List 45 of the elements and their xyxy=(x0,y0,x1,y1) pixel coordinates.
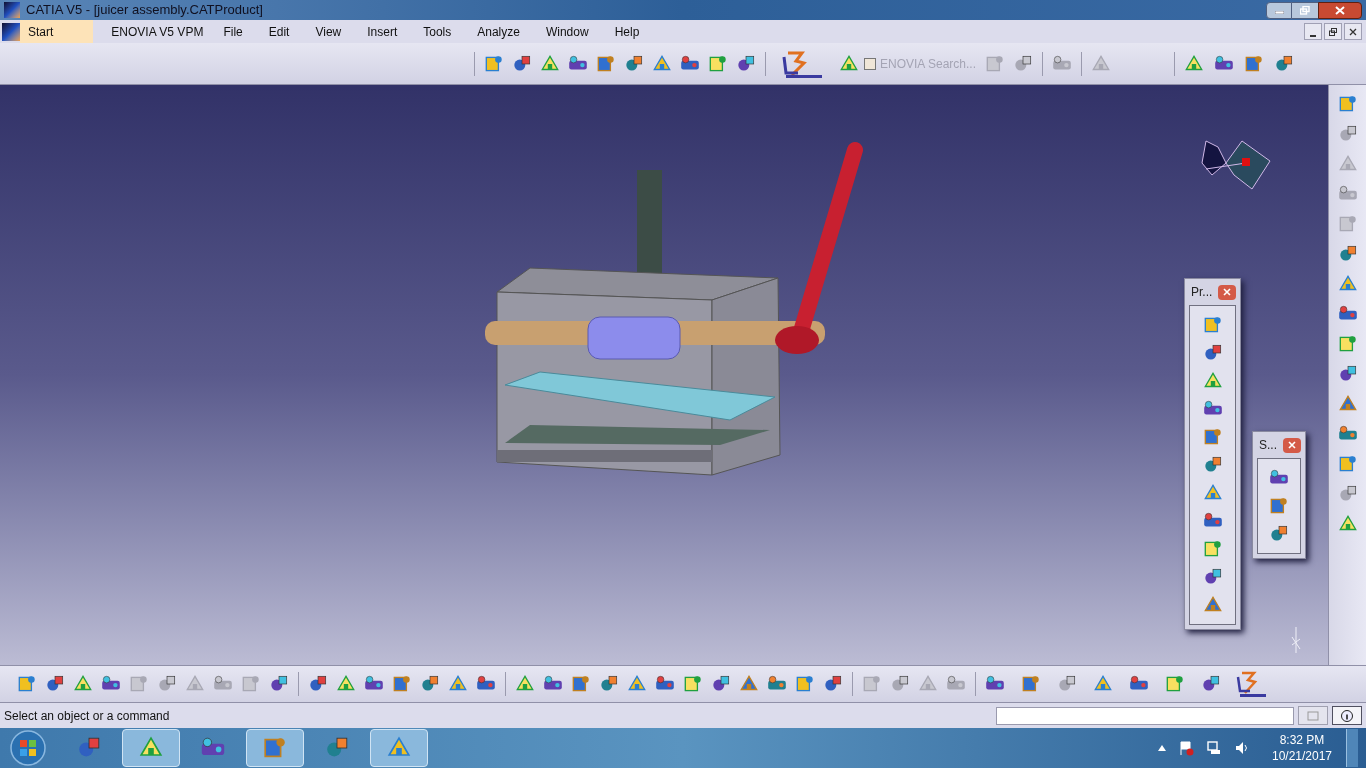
info-icon xyxy=(1340,708,1354,723)
menu-item[interactable]: Tools xyxy=(415,20,460,43)
restore-button[interactable] xyxy=(1324,23,1342,40)
restore-button[interactable] xyxy=(1292,1,1318,19)
close-icon xyxy=(1335,5,1345,15)
catia-app-icon xyxy=(2,22,20,41)
clock-time[interactable]: 8:32 PM xyxy=(1279,732,1325,748)
menu-item[interactable]: Edit xyxy=(260,20,298,43)
taskbar-button[interactable] xyxy=(370,729,428,767)
menu-item[interactable]: Start xyxy=(20,20,94,43)
menu-item[interactable]: Help xyxy=(606,20,648,43)
minimize-icon xyxy=(1310,34,1316,37)
close-icon xyxy=(1223,288,1232,296)
menu-item[interactable]: ENOVIA V5 VPM xyxy=(103,20,212,43)
volume-icon[interactable] xyxy=(1234,740,1250,756)
toolbar-title: S... xyxy=(1258,437,1278,454)
taskbar-button[interactable] xyxy=(246,729,304,767)
window-title: CATIA V5 - [juicer assembly.CATProduct] xyxy=(26,1,263,20)
command-input-field[interactable] xyxy=(996,706,1294,725)
catia-app-icon xyxy=(4,2,20,18)
menu-item[interactable]: Insert xyxy=(359,20,406,43)
menu-item[interactable]: File xyxy=(215,20,251,43)
minimize-button[interactable] xyxy=(1304,23,1322,40)
close-button[interactable] xyxy=(1318,1,1362,19)
axis-icon xyxy=(1290,625,1302,655)
minimize-icon xyxy=(1274,10,1284,14)
network-icon[interactable] xyxy=(1206,740,1222,756)
menu-item[interactable]: View xyxy=(307,20,350,43)
menu-item[interactable]: Window xyxy=(537,20,597,43)
taskbar-button[interactable] xyxy=(122,729,180,767)
start-button[interactable] xyxy=(8,728,48,768)
restore-icon xyxy=(1329,27,1337,36)
close-button[interactable] xyxy=(1344,23,1362,40)
toolbar-title: Pr... xyxy=(1190,284,1214,301)
restore-icon xyxy=(1300,5,1310,15)
status-message: Select an object or a command xyxy=(4,707,170,725)
close-icon xyxy=(1349,27,1357,36)
show-hidden-icons-icon[interactable] xyxy=(1158,745,1166,751)
info-button[interactable] xyxy=(1332,706,1362,725)
catia-logo-icon[interactable] xyxy=(1234,669,1268,699)
clock-date[interactable]: 10/21/2017 xyxy=(1271,748,1333,764)
window-icon xyxy=(1307,710,1319,721)
3d-viewport[interactable]: Pr... S... xyxy=(0,85,1328,665)
menu-item[interactable]: Analyze xyxy=(469,20,528,43)
close-icon xyxy=(1288,441,1296,449)
